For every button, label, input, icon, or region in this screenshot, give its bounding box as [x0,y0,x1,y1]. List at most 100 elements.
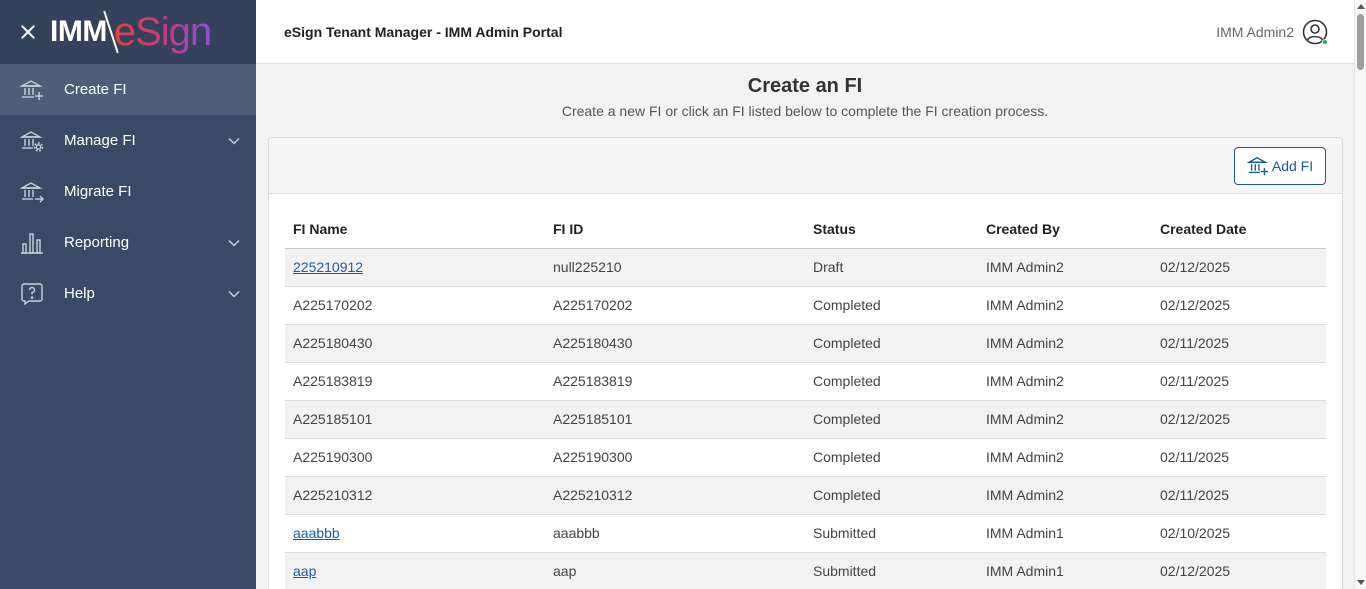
page-subtitle: Create a new FI or click an FI listed be… [561,103,1049,119]
cell-fi-name: aap [285,552,545,589]
cell-fi-id: A225180430 [545,324,805,363]
sidebar-item-migrate-fi[interactable]: Migrate FI [0,166,256,217]
cell-fi-name: A225170202 [285,286,545,325]
bank-add-icon [20,78,44,102]
chevron-down-icon [228,137,240,145]
table-row[interactable]: A225210312 A225210312 Completed IMM Admin2 0… [285,476,1326,515]
user-menu[interactable]: IMM Admin2 [1216,19,1328,45]
cell-status: Completed [805,362,978,401]
cell-fi-name: A225185101 [285,400,545,439]
cell-status: Completed [805,438,978,477]
page-scrollbar[interactable] [1354,0,1366,589]
table-row[interactable]: A225185101 A225185101 Completed IMM Admin2 0… [285,400,1326,439]
cell-fi-name: 225210912 [285,248,545,287]
cell-created-by: IMM Admin2 [978,248,1152,287]
cell-status: Completed [805,286,978,325]
fi-name-link[interactable]: aap [293,563,316,579]
fi-name-link[interactable]: aaabbb [293,525,340,541]
column-header-created-date[interactable]: Created Date [1152,210,1326,249]
table-row[interactable]: A225190300 A225190300 Completed IMM Admin2 0… [285,438,1326,477]
cell-created-date: 02/11/2025 [1152,362,1326,401]
table-row[interactable]: A225183819 A225183819 Completed IMM Admin2 0… [285,362,1326,401]
cell-status: Submitted [805,514,978,553]
column-header-created-by[interactable]: Created By [978,210,1152,249]
column-header-status[interactable]: Status [805,210,978,249]
cell-fi-id: A225190300 [545,438,805,477]
cell-created-by: IMM Admin2 [978,438,1152,477]
column-header-fi-name[interactable]: FI Name [285,210,545,249]
cell-fi-id: aaabbb [545,514,805,553]
sidebar-item-create-fi[interactable]: Create FI [0,64,256,115]
cell-created-by: IMM Admin1 [978,514,1152,553]
scroll-thumb[interactable] [1357,14,1364,70]
table-header-row: FI Name FI ID Status Created By Created … [285,210,1326,249]
table-row[interactable]: A225180430 A225180430 Completed IMM Admin2 0… [285,324,1326,363]
user-avatar-icon[interactable] [1302,19,1328,45]
fi-table: FI Name FI ID Status Created By Created … [285,210,1326,589]
add-fi-button[interactable]: Add FI [1234,147,1326,185]
logo-esign: eSign [113,9,212,54]
sidebar-item-help[interactable]: Help [0,268,256,319]
scroll-down-arrow-icon[interactable] [1357,580,1365,585]
cell-created-by: IMM Admin2 [978,400,1152,439]
table-row[interactable]: aap aap Submitted IMM Admin1 02/12/2025 [285,552,1326,589]
scroll-up-arrow-icon[interactable] [1357,4,1365,9]
bar-chart-icon [20,231,44,255]
cell-created-date: 02/10/2025 [1152,514,1326,553]
cell-created-date: 02/12/2025 [1152,552,1326,589]
add-fi-label: Add FI [1271,158,1314,174]
cell-created-by: IMM Admin2 [978,324,1152,363]
bank-gear-icon [20,129,44,153]
cell-created-date: 02/12/2025 [1152,400,1326,439]
table-row[interactable]: A225170202 A225170202 Completed IMM Admin2 0… [285,286,1326,325]
cell-created-date: 02/11/2025 [1152,438,1326,477]
cell-fi-id: null225210 [545,248,805,287]
cell-fi-id: A225210312 [545,476,805,515]
cell-status: Completed [805,400,978,439]
cell-fi-id: aap [545,552,805,589]
cell-status: Draft [805,248,978,287]
cell-created-date: 02/11/2025 [1152,476,1326,515]
fi-list-card: Add FI FI Name FI ID Status Created By C… [268,137,1343,589]
top-header: eSign Tenant Manager - IMM Admin Portal … [256,0,1354,64]
cell-fi-id: A225183819 [545,362,805,401]
column-header-fi-id[interactable]: FI ID [545,210,805,249]
table-row[interactable]: 225210912 null225210 Draft IMM Admin2 02/12/… [285,248,1326,287]
cell-fi-name: A225190300 [285,438,545,477]
cell-created-by: IMM Admin2 [978,362,1152,401]
table-row[interactable]: aaabbb aaabbb Submitted IMM Admin1 02/10/202… [285,514,1326,553]
cell-status: Completed [805,476,978,515]
cell-created-by: IMM Admin1 [978,552,1152,589]
user-name: IMM Admin2 [1216,24,1294,40]
cell-fi-id: A225185101 [545,400,805,439]
logo-imm: IMM [50,15,107,48]
cell-status: Submitted [805,552,978,589]
close-icon[interactable] [18,22,38,42]
card-toolbar: Add FI [269,138,1342,194]
bank-arrow-icon [20,180,44,204]
cell-fi-id: A225170202 [545,286,805,325]
cell-fi-name: aaabbb [285,514,545,553]
online-status-dot [1322,39,1328,45]
chevron-down-icon [228,239,240,247]
sidebar: IMM eSign Create FI Manage FI Migrate FI… [0,0,256,589]
cell-created-by: IMM Admin2 [978,286,1152,325]
sidebar-item-label: Help [64,285,95,302]
main-content: Create an FI Create a new FI or click an… [256,65,1354,589]
fi-name-link[interactable]: 225210912 [293,259,363,275]
app-title: eSign Tenant Manager - IMM Admin Portal [284,23,563,40]
chevron-down-icon [228,290,240,298]
cell-created-by: IMM Admin2 [978,476,1152,515]
cell-created-date: 02/12/2025 [1152,286,1326,325]
cell-fi-name: A225180430 [285,324,545,363]
brand-bar: IMM eSign [0,0,256,64]
sidebar-item-label: Migrate FI [64,183,132,200]
sidebar-item-reporting[interactable]: Reporting [0,217,256,268]
cell-fi-name: A225210312 [285,476,545,515]
sidebar-item-manage-fi[interactable]: Manage FI [0,115,256,166]
cell-created-date: 02/11/2025 [1152,324,1326,363]
sidebar-item-label: Create FI [64,81,127,98]
cell-fi-name: A225183819 [285,362,545,401]
cell-status: Completed [805,324,978,363]
page-title: Create an FI [747,75,863,97]
